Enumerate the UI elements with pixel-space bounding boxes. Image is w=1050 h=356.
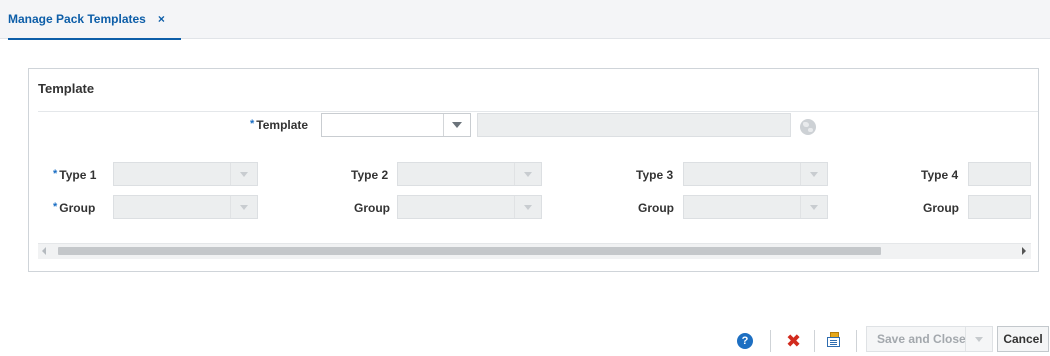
group-3-label: Group (638, 201, 674, 215)
chevron-down-icon[interactable] (443, 114, 470, 136)
type-2-select[interactable] (397, 162, 542, 186)
type-1-select[interactable] (113, 162, 258, 186)
help-icon[interactable]: ? (737, 333, 753, 349)
required-indicator: * (53, 168, 58, 180)
toolbar-divider (770, 330, 771, 352)
group-4-select[interactable] (968, 195, 1031, 219)
group-2-select[interactable] (397, 195, 542, 219)
save-and-close-button[interactable]: Save and Close (866, 326, 993, 352)
chevron-right-icon[interactable] (1022, 247, 1026, 255)
chevron-down-icon[interactable] (514, 196, 541, 218)
chevron-down-icon[interactable] (800, 196, 827, 218)
cancel-button[interactable]: Cancel (997, 326, 1049, 352)
group-2-label: Group (354, 201, 390, 215)
scrollbar-thumb[interactable] (58, 247, 881, 255)
required-indicator: * (53, 201, 58, 213)
chevron-left-icon[interactable] (42, 247, 46, 255)
chevron-down-icon[interactable] (230, 196, 257, 218)
group-3-select[interactable] (683, 195, 828, 219)
chevron-down-icon[interactable] (230, 163, 257, 185)
chevron-down-icon[interactable] (965, 327, 992, 351)
required-indicator: * (250, 118, 255, 130)
template-select[interactable] (321, 113, 471, 137)
template-description-field (477, 113, 791, 137)
toolbar-divider (814, 330, 815, 352)
panel-title: Template (38, 81, 95, 96)
import-icon[interactable] (826, 332, 842, 348)
type-4-label: Type 4 (921, 168, 959, 182)
save-and-close-label: Save and Close (877, 332, 966, 346)
tab-bar: Manage Pack Templates × (0, 0, 1050, 40)
group-4-label: Group (923, 201, 959, 215)
template-label: * Template (250, 118, 309, 132)
type-2-label: Type 2 (351, 168, 389, 182)
globe-icon[interactable] (800, 119, 816, 135)
type-4-select[interactable] (968, 162, 1031, 186)
chevron-down-icon[interactable] (800, 163, 827, 185)
divider (38, 111, 1038, 112)
delete-icon[interactable]: ✖ (786, 331, 801, 351)
group-1-label: * Group (53, 201, 96, 215)
close-icon[interactable]: × (158, 12, 165, 26)
group-1-select[interactable] (113, 195, 258, 219)
toolbar-divider (856, 330, 857, 352)
type-3-select[interactable] (683, 162, 828, 186)
tab-label: Manage Pack Templates (8, 12, 146, 26)
horizontal-scrollbar[interactable] (38, 243, 1031, 259)
chevron-down-icon[interactable] (514, 163, 541, 185)
type-1-label: * Type 1 (53, 168, 97, 182)
tab-manage-pack-templates[interactable]: Manage Pack Templates × (8, 12, 181, 40)
type-3-label: Type 3 (636, 168, 674, 182)
